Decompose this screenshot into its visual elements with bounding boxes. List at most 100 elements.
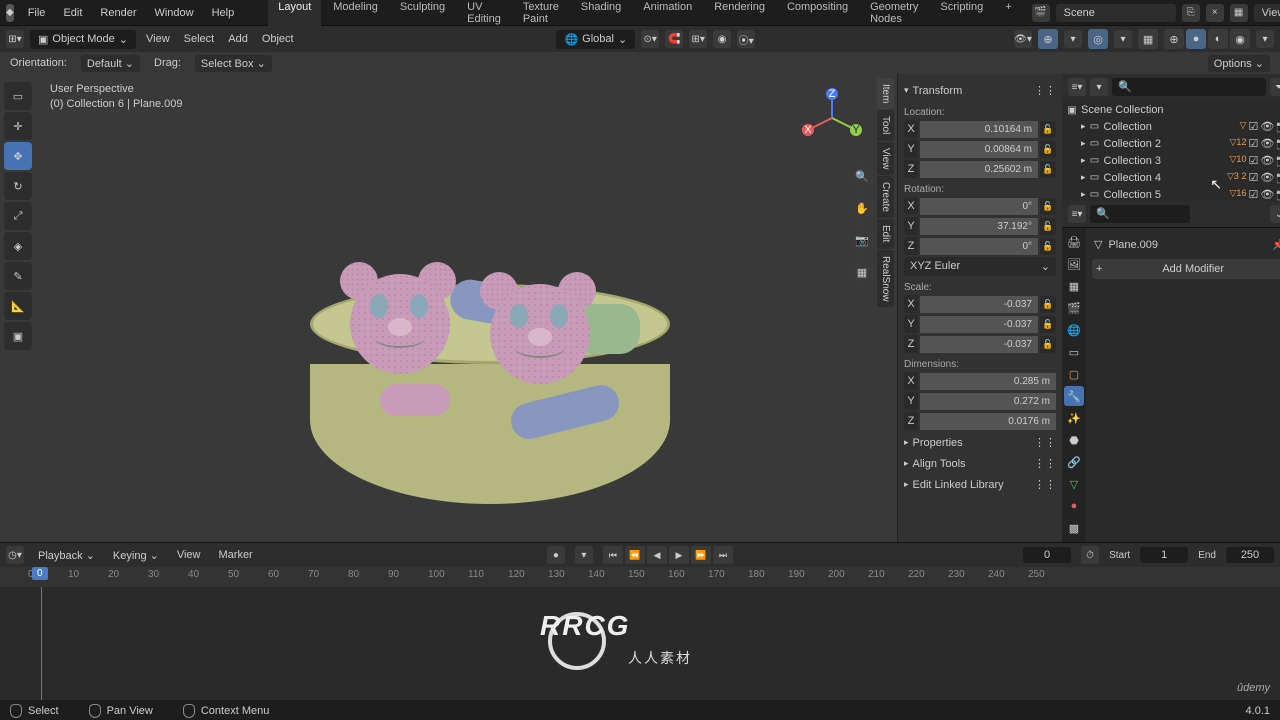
exclude-checkbox-icon[interactable]: ☑ [1248,154,1258,167]
orientation-dropdown[interactable]: Default ⌄ [81,55,140,72]
tab-sculpting[interactable]: Sculpting [390,0,455,29]
dim-x[interactable]: 0.285 m [920,373,1056,390]
menu-help[interactable]: Help [208,5,239,21]
lock-icon[interactable]: 🔓 [1040,316,1056,333]
tab-scripting[interactable]: Scripting [930,0,993,29]
eye-icon[interactable]: 👁 [1260,171,1274,184]
pin-icon[interactable]: 📌 [1272,238,1280,251]
snap-toggle-icon[interactable]: 🧲 [665,30,683,48]
ptab-object-icon[interactable]: ▢ [1064,364,1084,384]
sidebar-tab-tool[interactable]: Tool [877,110,894,140]
location-z[interactable]: 0.25602 m [920,161,1038,178]
dim-y[interactable]: 0.272 m [920,393,1056,410]
keyframe-prev-icon[interactable]: ⏪ [625,546,645,564]
autokey-icon[interactable]: ● [547,546,565,564]
sidebar-tab-create[interactable]: Create [877,176,894,218]
menu-render[interactable]: Render [96,5,140,21]
timeline-body[interactable]: 0 [0,587,1280,700]
timeline-ruler[interactable]: 0102030405060708090100110120130140150160… [0,567,1280,587]
perspective-toggle-icon[interactable]: ▦ [850,260,874,284]
ptab-data-icon[interactable]: ▽ [1064,474,1084,494]
menu-view[interactable]: View [142,31,174,47]
editor-type-icon[interactable]: ⊞▾ [6,30,24,48]
eye-icon[interactable]: 👁 [1260,120,1274,133]
outliner-collection-row[interactable]: ▸ ▭ Collection 2 ▽12 ☑ 👁 📷 [1062,135,1280,152]
proportional-edit-icon[interactable]: ◉ [713,30,731,48]
rotation-z[interactable]: 0° [920,238,1038,255]
menu-tl-view[interactable]: View [173,547,205,563]
eye-icon[interactable]: 👁 [1260,154,1274,167]
shading-solid-icon[interactable]: ● [1186,29,1206,49]
outliner-display-icon[interactable]: ▾ [1090,78,1108,96]
tab-modeling[interactable]: Modeling [323,0,388,29]
current-frame-input[interactable]: 0 [1023,547,1071,563]
visibility-icon[interactable]: 👁▾ [1014,30,1032,48]
object-name[interactable]: Plane.009 [1108,239,1158,251]
properties-editor-icon[interactable]: ≡▾ [1068,205,1086,223]
scene-delete-icon[interactable]: × [1206,4,1224,22]
render-toggle-icon[interactable]: 📷 [1276,171,1280,184]
tool-measure[interactable]: 📐 [4,292,32,320]
rotation-mode-dropdown[interactable]: XYZ Euler⌄ [904,257,1056,276]
proportional-falloff-icon[interactable]: ⦿▾ [737,30,755,48]
menu-object[interactable]: Object [258,31,298,47]
tool-move[interactable]: ✥ [4,142,32,170]
scene-browse-icon[interactable]: 🎬 [1032,4,1050,22]
camera-view-icon[interactable]: 📷 [850,228,874,252]
tool-rotate[interactable]: ↻ [4,172,32,200]
rotation-y[interactable]: 37.192° [920,218,1038,235]
ptab-render-icon[interactable]: 🖨 [1064,232,1084,252]
autokey-options-icon[interactable]: ▾ [575,546,593,564]
filter-icon[interactable]: ⏷ [1270,78,1280,96]
scale-z[interactable]: -0.037 [920,336,1038,353]
tab-animation[interactable]: Animation [633,0,702,29]
rotation-x[interactable]: 0° [920,198,1038,215]
lock-icon[interactable]: 🔓 [1040,238,1056,255]
lock-icon[interactable]: 🔓 [1040,336,1056,353]
ptab-texture-icon[interactable]: ▩ [1064,518,1084,538]
drag-dropdown[interactable]: Select Box ⌄ [195,55,272,72]
shading-wireframe-icon[interactable]: ⊕ [1164,29,1184,49]
ptab-material-icon[interactable]: ● [1064,496,1084,516]
render-toggle-icon[interactable]: 📷 [1276,154,1280,167]
align-tools-panel-header[interactable]: ▸Align Tools⋮⋮ [904,453,1056,474]
tool-annotate[interactable]: ✎ [4,262,32,290]
lock-icon[interactable]: 🔓 [1040,141,1056,158]
tab-texture-paint[interactable]: Texture Paint [513,0,569,29]
outliner-search-input[interactable] [1112,78,1266,96]
sidebar-tab-item[interactable]: Item [877,78,894,109]
ptab-modifiers-icon[interactable]: 🔧 [1064,386,1084,406]
shading-material-icon[interactable]: ◐ [1208,29,1228,49]
ptab-viewlayer-icon[interactable]: ▦ [1064,276,1084,296]
options-dropdown[interactable]: Options ⌄ [1208,55,1270,72]
transform-panel-header[interactable]: ▾Transform⋮⋮ [904,80,1056,101]
viewlayer-browse-icon[interactable]: ▦ [1230,4,1248,22]
menu-select[interactable]: Select [180,31,219,47]
play-icon[interactable]: ▶ [669,546,689,564]
menu-marker[interactable]: Marker [215,547,257,563]
options-icon[interactable]: ⌄ [1270,205,1280,223]
tool-transform[interactable]: ◈ [4,232,32,260]
edit-linked-panel-header[interactable]: ▸Edit Linked Library⋮⋮ [904,474,1056,495]
menu-playback[interactable]: Playback ⌄ [34,547,99,564]
navigation-gizmo[interactable]: Z Y X [802,88,862,148]
tab-geometry-nodes[interactable]: Geometry Nodes [860,0,928,29]
lock-icon[interactable]: 🔓 [1040,161,1056,178]
ptab-world-icon[interactable]: 🌐 [1064,320,1084,340]
gizmo-toggle-icon[interactable]: ⊕ [1038,29,1058,49]
exclude-checkbox-icon[interactable]: ☑ [1248,120,1258,133]
exclude-checkbox-icon[interactable]: ☑ [1248,188,1258,201]
shading-options-icon[interactable]: ▾ [1256,30,1274,48]
outliner-collection-row[interactable]: ▸ ▭ Collection 5 ▽16 ☑ 👁 📷 [1062,186,1280,201]
pivot-point-icon[interactable]: ⊙▾ [641,30,659,48]
add-modifier-button[interactable]: +Add Modifier [1092,259,1280,279]
menu-window[interactable]: Window [150,5,197,21]
playhead[interactable]: 0 [32,587,50,700]
scene-name-input[interactable] [1056,4,1176,22]
render-toggle-icon[interactable]: 📷 [1276,120,1280,133]
blender-logo-icon[interactable]: ◆ [6,4,14,22]
menu-add[interactable]: Add [224,31,252,47]
tab-shading[interactable]: Shading [571,0,631,29]
outliner-scene-collection[interactable]: ▣ Scene Collection [1062,102,1280,118]
lock-icon[interactable]: 🔓 [1040,218,1056,235]
